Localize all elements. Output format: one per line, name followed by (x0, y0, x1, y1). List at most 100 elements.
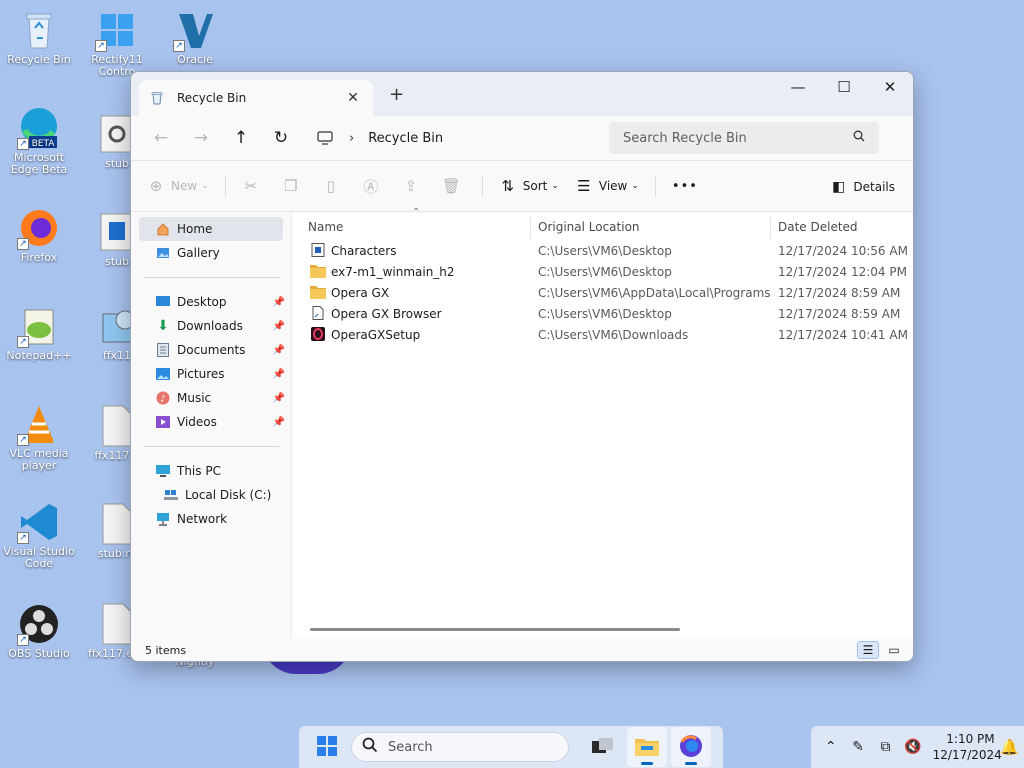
forward-button[interactable]: → (181, 122, 221, 154)
explorer-body: Home Gallery Desktop 📌 ⬇ Downloads 📌 Doc… (131, 207, 913, 639)
details-label: Details (853, 180, 895, 194)
desktop-icon-notepadpp[interactable]: ↗ Notepad++ (0, 304, 78, 362)
desktop-icon-edge-beta[interactable]: BETA ↗ Microsoft Edge Beta (0, 106, 78, 176)
minimize-button[interactable]: — (775, 72, 821, 102)
paste-button[interactable]: ▯ (322, 170, 346, 202)
sidebar-item-local-disk[interactable]: Local Disk (C:) (131, 483, 291, 507)
desktop-icon-oracle[interactable]: ↗ Oracle (156, 8, 234, 66)
original-location-cell: C:\Users\VM6\Desktop (538, 307, 672, 321)
sidebar-item-label: Home (177, 222, 213, 236)
file-name: Opera GX Browser (331, 307, 442, 321)
rename-button[interactable]: Ⓐ (362, 170, 386, 202)
details-pane-button[interactable]: ◧ Details (832, 171, 895, 203)
chevron-down-icon: ⌄ (551, 181, 559, 191)
details-view-button[interactable]: ☰ (857, 641, 879, 659)
clock-time: 1:10 PM (946, 732, 995, 746)
up-button[interactable]: ↑ (221, 122, 261, 154)
desktop-icon-obs[interactable]: ↗ OBS Studio (0, 602, 78, 660)
desktop-icon-recycle-bin[interactable]: Recycle Bin (0, 8, 78, 66)
file-name: Opera GX (331, 286, 390, 300)
pin-icon[interactable]: 📌 (273, 345, 285, 356)
new-button[interactable]: ⊕ New ⌄ (147, 170, 209, 202)
display-icon[interactable]: ⧉ (872, 739, 899, 755)
sidebar-item-gallery[interactable]: Gallery (131, 241, 291, 265)
column-header-original-location[interactable]: Original Location (522, 213, 762, 241)
view-label: View (598, 179, 628, 193)
maximize-button[interactable]: ☐ (821, 72, 867, 102)
pin-icon[interactable]: 📌 (273, 321, 285, 332)
sidebar-item-pictures[interactable]: Pictures 📌 (131, 362, 291, 386)
sidebar-item-music[interactable]: ♪ Music 📌 (131, 386, 291, 410)
table-row[interactable]: OperaGXSetup C:\Users\VM6\Downloads 12/17/… (292, 325, 913, 346)
cut-button[interactable]: ✂ (242, 170, 266, 202)
sidebar-item-downloads[interactable]: ⬇ Downloads 📌 (131, 314, 291, 338)
taskbar-file-explorer[interactable] (627, 727, 667, 767)
breadcrumb[interactable]: Recycle Bin (368, 131, 443, 146)
sidebar-item-label: Pictures (177, 367, 225, 381)
desktop-icon-vlc[interactable]: ↗ VLC media player (0, 402, 78, 472)
divider (654, 175, 656, 197)
table-row[interactable]: Opera GX C:\Users\VM6\AppData\Local\Progr… (292, 283, 913, 304)
horizontal-scrollbar[interactable] (310, 628, 680, 631)
chevron-right-icon: › (349, 130, 355, 146)
divider (481, 175, 483, 197)
sidebar-item-documents[interactable]: Documents 📌 (131, 338, 291, 362)
tab-recycle-bin[interactable]: Recycle Bin ✕ (139, 80, 373, 116)
pen-icon[interactable]: ✎ (844, 739, 871, 755)
task-view-button[interactable] (583, 727, 623, 767)
sidebar-item-home[interactable]: Home (139, 217, 283, 241)
pin-icon[interactable]: 📌 (273, 297, 285, 308)
arrow-right-icon: → (193, 128, 209, 148)
taskbar-search-box[interactable]: Search (351, 732, 569, 762)
close-button[interactable]: ✕ (867, 72, 913, 102)
desktop-icon-vscode[interactable]: ↗ Visual Studio Code (0, 500, 78, 570)
edge-beta-badge: BETA (32, 139, 56, 149)
notification-bell-icon[interactable]: 🔔 (995, 738, 1024, 756)
sidebar-item-network[interactable]: Network (131, 507, 291, 531)
tab-title: Recycle Bin (177, 91, 247, 105)
sidebar-item-desktop[interactable]: Desktop 📌 (131, 290, 291, 314)
share-button[interactable]: ⇪ (402, 170, 426, 202)
pin-icon[interactable]: 📌 (273, 417, 285, 428)
pin-icon[interactable]: 📌 (273, 393, 285, 404)
column-header-name[interactable]: Name (292, 213, 530, 241)
copy-button[interactable]: ❐ (282, 170, 306, 202)
clock[interactable]: 1:10 PM 12/17/2024 (933, 731, 1002, 763)
date-deleted-cell: 12/17/2024 12:04 PM (778, 265, 907, 279)
status-bar: 5 items ☰ ▭ (131, 639, 913, 661)
sidebar-item-this-pc[interactable]: This PC (131, 459, 291, 483)
speaker-muted-icon[interactable]: 🔇 (899, 739, 926, 755)
start-button[interactable] (307, 727, 347, 767)
pin-icon[interactable]: 📌 (273, 369, 285, 380)
delete-button[interactable]: 🗑 (442, 170, 466, 202)
new-tab-button[interactable]: + (389, 84, 404, 105)
plus-circle-icon: ⊕ (149, 177, 163, 195)
close-tab-icon[interactable]: ✕ (343, 90, 363, 106)
column-header-date-deleted[interactable]: Date Deleted (762, 213, 912, 241)
title-bar[interactable]: Recycle Bin ✕ + — ☐ ✕ (131, 72, 913, 116)
view-button[interactable]: ☰ View ⌄ (575, 170, 639, 202)
sidebar-item-label: Videos (177, 415, 217, 429)
recycle-bin-icon (17, 8, 61, 52)
sort-button[interactable]: ⇅ Sort ⌄ (499, 170, 559, 202)
gallery-icon (155, 245, 171, 261)
more-options-button[interactable]: ••• (672, 170, 698, 202)
file-name-cell: ex7-m1_winmain_h2 (310, 262, 455, 283)
refresh-button[interactable]: ↻ (261, 122, 301, 154)
desktop-icon-rectify11[interactable]: ↗ Rectify11 Contro (78, 8, 156, 78)
desktop-icon-firefox[interactable]: ↗ Firefox (0, 206, 78, 264)
chevron-up-icon[interactable]: ⌃ (817, 739, 844, 755)
address-bar[interactable]: › Recycle Bin (307, 123, 603, 153)
sidebar-item-label: Network (177, 512, 228, 526)
taskbar-firefox[interactable] (671, 727, 711, 767)
search-input[interactable]: Search Recycle Bin (609, 122, 879, 154)
table-row[interactable]: Opera GX Browser C:\Users\VM6\Desktop 12/1… (292, 304, 913, 325)
folder-icon (635, 736, 659, 759)
system-tray: ⌃ ✎ ⧉ 🔇 1:10 PM 12/17/2024 🔔 (811, 726, 1024, 768)
table-row[interactable]: ex7-m1_winmain_h2 C:\Users\VM6\Desktop 12/… (292, 262, 913, 283)
table-row[interactable]: Characters C:\Users\VM6\Desktop 12/17/2024… (292, 241, 913, 262)
sidebar-item-videos[interactable]: Videos 📌 (131, 410, 291, 434)
arrow-up-icon: ↑ (233, 128, 249, 148)
back-button[interactable]: ← (141, 122, 181, 154)
tiles-view-button[interactable]: ▭ (883, 641, 905, 659)
